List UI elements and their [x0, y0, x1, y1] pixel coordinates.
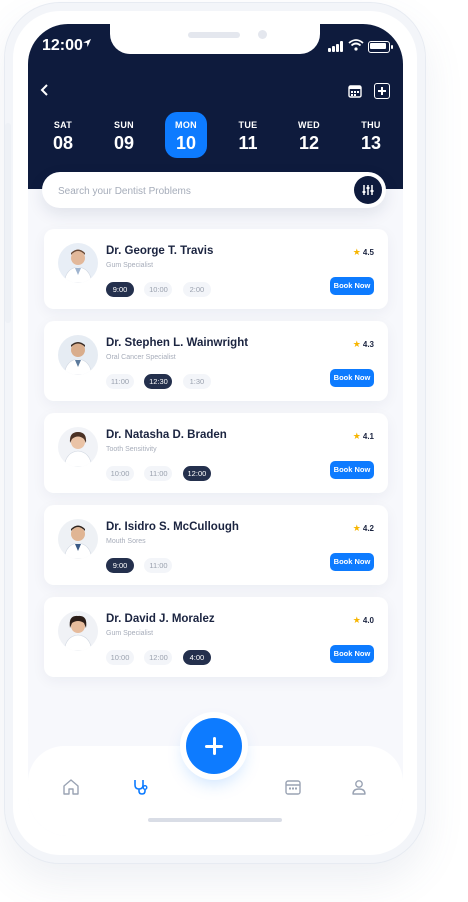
- doctor-name: Dr. George T. Travis: [106, 245, 214, 257]
- time-slot[interactable]: 11:00: [106, 374, 134, 389]
- doctor-specialty: Mouth Sores: [106, 538, 146, 545]
- time-slot[interactable]: 10:00: [106, 466, 134, 481]
- star-icon: ★: [352, 615, 361, 625]
- time-slots: 11:00 12:30 1:30: [106, 371, 217, 389]
- wifi-icon: [348, 39, 364, 51]
- doctor-rating: ★ 4.3: [352, 339, 374, 349]
- book-now-button[interactable]: Book Now: [330, 553, 374, 571]
- day-thu[interactable]: THU 13: [350, 112, 392, 158]
- time-slot[interactable]: 1:30: [182, 374, 211, 389]
- notch: [110, 24, 320, 54]
- time-slot[interactable]: 2:00: [182, 282, 211, 297]
- doctor-avatar: [58, 243, 98, 283]
- doctor-card[interactable]: Dr. Isidro S. McCullough Mouth Sores ★ 4.…: [44, 505, 388, 585]
- doctor-specialty: Oral Cancer Specialist: [106, 354, 176, 361]
- day-mon[interactable]: MON 10: [165, 112, 207, 158]
- location-arrow-icon: [83, 39, 91, 47]
- date-selector: SAT 08 SUN 09 MON 10 TUE 11 WED 12 THU 1…: [28, 112, 403, 162]
- doctor-card[interactable]: Dr. David J. Moralez Gum Specialist ★ 4.0…: [44, 597, 388, 677]
- doctor-avatar: [58, 519, 98, 559]
- doctor-rating: ★ 4.5: [352, 247, 374, 257]
- doctor-card[interactable]: Dr. George T. Travis Gum Specialist ★ 4.5…: [44, 229, 388, 309]
- time-slot[interactable]: 10:00: [106, 650, 134, 665]
- star-icon: ★: [352, 339, 361, 349]
- doctor-avatar: [58, 335, 98, 375]
- phone-side-button: [5, 123, 11, 323]
- doctor-name: Dr. Stephen L. Wainwright: [106, 337, 249, 349]
- home-indicator: [148, 818, 282, 822]
- book-now-button[interactable]: Book Now: [330, 645, 374, 663]
- time-slot[interactable]: 4:00: [182, 650, 211, 665]
- doctor-name: Dr. Natasha D. Braden: [106, 429, 227, 441]
- doctor-specialty: Gum Specialist: [106, 262, 154, 269]
- battery-icon: [368, 41, 393, 53]
- stethoscope-icon[interactable]: [132, 778, 150, 796]
- sliders-icon: [362, 185, 374, 195]
- doctor-specialty: Tooth Sensitivity: [106, 446, 157, 453]
- camera: [258, 30, 267, 39]
- add-appointment-button[interactable]: [374, 83, 390, 99]
- book-now-button[interactable]: Book Now: [330, 369, 374, 387]
- calendar-icon[interactable]: [284, 778, 302, 796]
- book-now-button[interactable]: Book Now: [330, 277, 374, 295]
- time-slot[interactable]: 11:00: [144, 558, 173, 573]
- status-time: 12:00: [42, 37, 83, 54]
- star-icon: ★: [352, 431, 361, 441]
- doctor-specialty: Gum Specialist: [106, 630, 154, 637]
- book-now-button[interactable]: Book Now: [330, 461, 374, 479]
- day-tue[interactable]: TUE 11: [227, 112, 269, 158]
- star-icon: ★: [352, 247, 361, 257]
- doctor-avatar: [58, 611, 98, 651]
- chevron-left-icon: [40, 84, 48, 96]
- time-slot[interactable]: 12:00: [182, 466, 211, 481]
- time-slot[interactable]: 12:00: [144, 650, 173, 665]
- app-screen: 12:00 SAT 08 SUN 09 MON 10 TUE 11 WED 12…: [28, 24, 403, 836]
- day-sun[interactable]: SUN 09: [103, 112, 145, 158]
- home-icon[interactable]: [62, 778, 80, 796]
- doctor-card[interactable]: Dr. Stephen L. Wainwright Oral Cancer Sp…: [44, 321, 388, 401]
- doctor-avatar: [58, 427, 98, 467]
- doctor-name: Dr. David J. Moralez: [106, 613, 215, 625]
- time-slot[interactable]: 10:00: [144, 282, 173, 297]
- time-slot[interactable]: 11:00: [144, 466, 173, 481]
- doctor-rating: ★ 4.1: [352, 431, 374, 441]
- speaker: [188, 32, 240, 38]
- doctor-name: Dr. Isidro S. McCullough: [106, 521, 239, 533]
- time-slot[interactable]: 9:00: [106, 282, 134, 297]
- doctor-card[interactable]: Dr. Natasha D. Braden Tooth Sensitivity …: [44, 413, 388, 493]
- filter-button[interactable]: [354, 176, 382, 204]
- doctor-rating: ★ 4.0: [352, 615, 374, 625]
- search-input[interactable]: [56, 181, 340, 201]
- doctor-rating: ★ 4.2: [352, 523, 374, 533]
- search-bar: [42, 172, 386, 208]
- back-button[interactable]: [40, 82, 54, 100]
- add-fab-button[interactable]: [186, 718, 242, 774]
- time-slots: 9:00 10:00 2:00: [106, 279, 217, 297]
- header: 12:00 SAT 08 SUN 09 MON 10 TUE 11 WED 12…: [28, 24, 403, 189]
- profile-icon[interactable]: [350, 778, 368, 796]
- time-slots: 9:00 11:00: [106, 555, 178, 573]
- time-slot[interactable]: 9:00: [106, 558, 134, 573]
- calendar-button[interactable]: [348, 84, 362, 98]
- time-slots: 10:00 12:00 4:00: [106, 647, 217, 665]
- signal-icon: [328, 41, 344, 52]
- star-icon: ★: [352, 523, 361, 533]
- day-wed[interactable]: WED 12: [288, 112, 330, 158]
- day-sat[interactable]: SAT 08: [42, 112, 84, 158]
- time-slots: 10:00 11:00 12:00: [106, 463, 217, 481]
- time-slot[interactable]: 12:30: [144, 374, 173, 389]
